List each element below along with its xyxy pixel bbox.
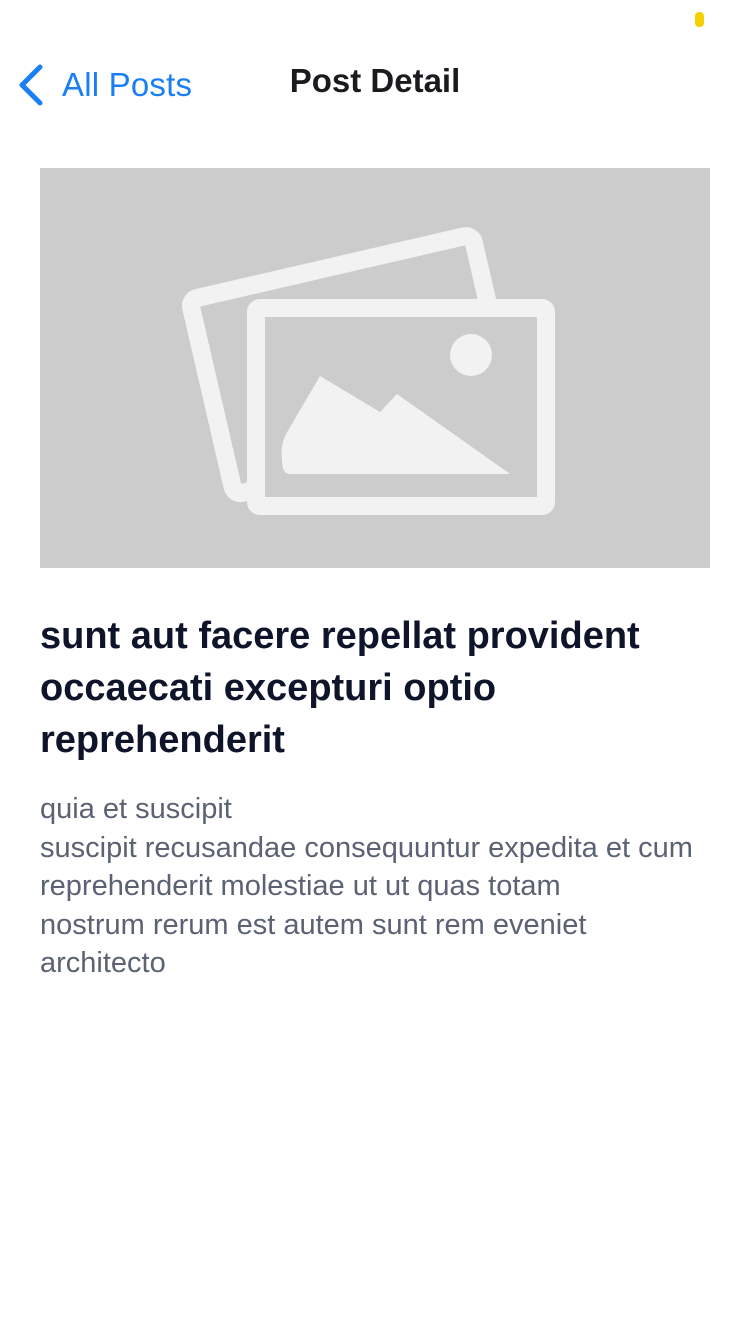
post-body: quia et suscipit suscipit recusandae con… [40,793,693,979]
page-title: Post Detail [289,62,461,99]
navigation-bar: All Posts Post Detail [0,0,750,168]
post-title: sunt aut facere repellat provident occae… [40,615,640,761]
post-image [40,168,710,568]
